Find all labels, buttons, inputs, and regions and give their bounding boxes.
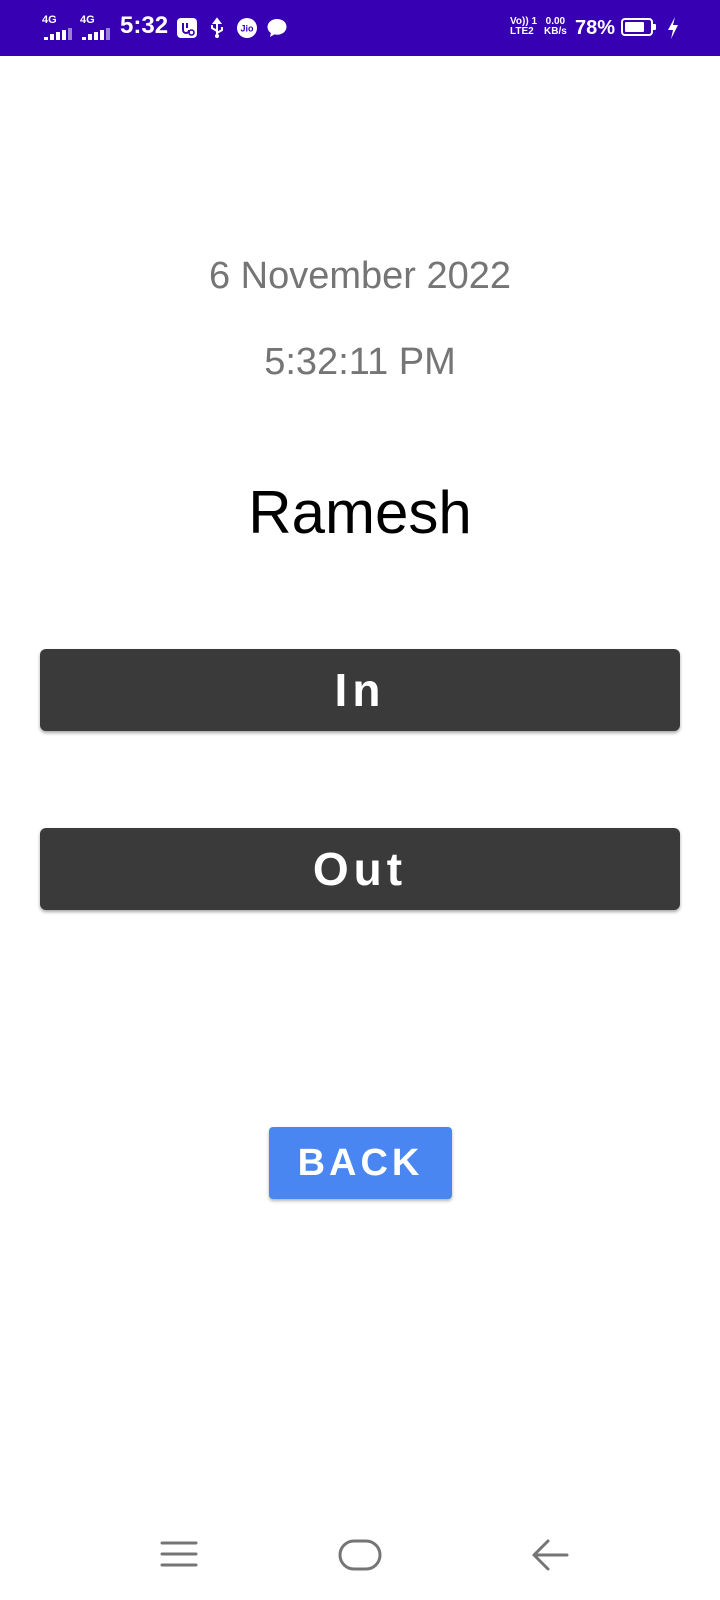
out-button[interactable]: Out [40, 828, 680, 910]
signal-icon [44, 28, 72, 40]
network-speed: 0.00 KB/s [544, 17, 567, 37]
time-label: 5:32:11 PM [264, 341, 456, 383]
jio-icon: Jio [237, 18, 257, 38]
battery-fill [625, 22, 644, 32]
sim1-network-label: 4G [42, 14, 57, 26]
battery-percent: 78% [575, 17, 616, 39]
sim2-signal: 4G [80, 14, 110, 40]
date-label: 6 November 2022 [208, 255, 512, 297]
charging-icon [668, 17, 678, 39]
status-bar: 4G 4G 5:32 Jio Vo)) 1 LTE2 0.00 KB/s 78% [0, 0, 720, 56]
status-time: 5:32 [120, 12, 169, 39]
in-button[interactable]: In [40, 649, 680, 731]
chat-icon [267, 19, 287, 37]
sim1-signal: 4G [42, 14, 72, 40]
back-icon[interactable] [530, 1538, 570, 1572]
employee-name: Ramesh [248, 479, 472, 546]
sim2-network-label: 4G [80, 14, 95, 26]
usb-debug-icon [177, 18, 197, 38]
usb-icon [211, 17, 223, 38]
signal-icon [82, 28, 110, 40]
back-button[interactable]: BACK [269, 1127, 452, 1199]
speed-unit: KB/s [544, 26, 567, 37]
home-icon[interactable] [338, 1539, 382, 1571]
lte-label: LTE2 [510, 26, 534, 37]
svg-text:Jio: Jio [240, 24, 254, 34]
menu-icon[interactable] [160, 1540, 198, 1568]
volte-indicator: Vo)) 1 LTE2 [510, 17, 537, 37]
battery-icon [621, 18, 656, 36]
